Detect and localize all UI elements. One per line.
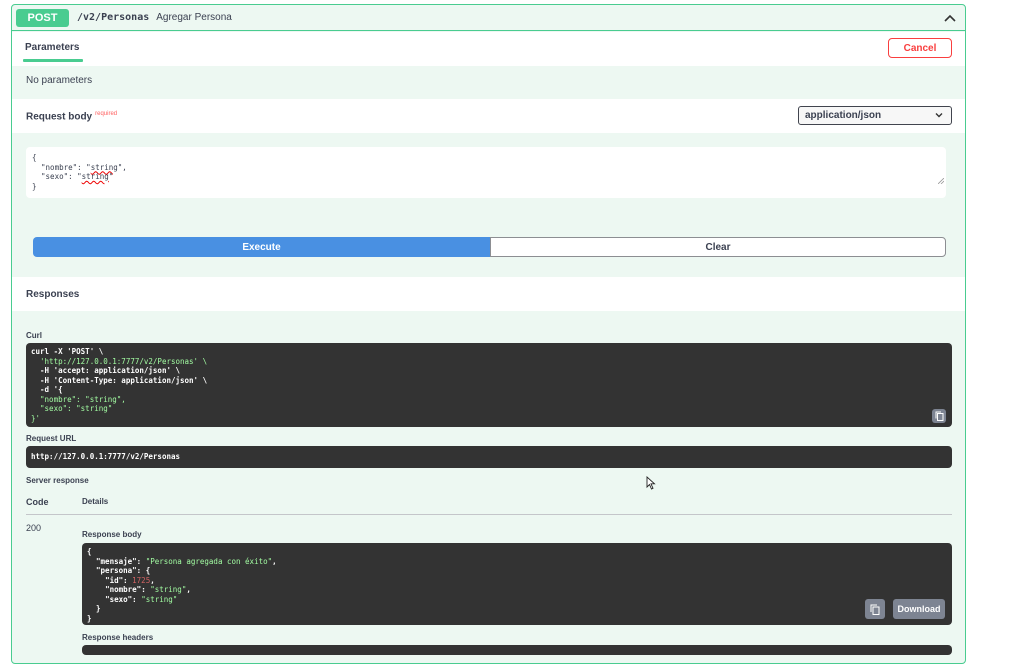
- curl-line: "sexo": "string": [31, 404, 113, 413]
- operation-summary[interactable]: POST /v2/Personas Agregar Persona: [12, 5, 965, 31]
- copy-curl-icon[interactable]: [932, 409, 946, 423]
- chevron-down-icon: [935, 111, 943, 122]
- body-line: "sexo": "string": [32, 172, 114, 181]
- operation-block: POST /v2/Personas Agregar Persona Parame…: [11, 4, 966, 664]
- parameters-header: Parameters Cancel: [12, 32, 965, 66]
- clear-button[interactable]: Clear: [490, 237, 946, 257]
- response-body-label: Response body: [82, 530, 142, 539]
- divider: [26, 514, 952, 515]
- server-response-label: Server response: [26, 476, 89, 485]
- resize-handle-icon[interactable]: [911, 168, 945, 197]
- curl-line: "nombre": "string",: [31, 394, 126, 404]
- response-body-block: { "mensaje": "Persona agregada con éxito…: [82, 543, 952, 625]
- code-header: Code: [26, 497, 49, 507]
- responses-header: Responses: [12, 277, 965, 311]
- curl-line: -d '{: [31, 385, 63, 394]
- content-type-select[interactable]: application/json: [798, 106, 952, 125]
- cancel-button[interactable]: Cancel: [888, 38, 952, 58]
- curl-line: 'http://127.0.0.1:7777/v2/Personas' \: [31, 356, 208, 366]
- required-marker: required: [95, 111, 118, 117]
- body-line: }: [32, 181, 37, 191]
- request-body-editor[interactable]: { "nombre": "string", "sexo": "string" }: [26, 147, 946, 198]
- request-body-header: Request body required application/json: [12, 99, 965, 133]
- operation-description: Agregar Persona: [156, 12, 232, 23]
- curl-line: -H 'Content-Type: application/json' \: [31, 375, 208, 385]
- no-parameters-text: No parameters: [26, 75, 93, 86]
- response-code: 200: [26, 523, 42, 533]
- tab-underline: [23, 59, 83, 62]
- body-line: {: [32, 153, 37, 162]
- body-line: "nombre": "string",: [32, 162, 127, 172]
- operation-path: /v2/Personas: [77, 12, 150, 23]
- download-button[interactable]: Download: [893, 599, 945, 619]
- curl-line: curl -X 'POST' \: [31, 347, 104, 356]
- request-url-value: http://127.0.0.1:7777/v2/Personas: [31, 452, 181, 461]
- content-type-value: application/json: [805, 110, 882, 121]
- curl-label: Curl: [26, 331, 42, 340]
- mouse-pointer-icon: [646, 475, 656, 495]
- chevron-up-icon[interactable]: [941, 9, 959, 27]
- curl-line: }': [31, 413, 41, 423]
- execute-button[interactable]: Execute: [33, 237, 490, 257]
- method-badge: POST: [16, 8, 69, 27]
- tab-parameters[interactable]: Parameters: [25, 42, 79, 53]
- details-header: Details: [82, 497, 109, 506]
- curl-block: curl -X 'POST' \ 'http://127.0.0.1:7777/…: [26, 343, 952, 427]
- request-url-label: Request URL: [26, 434, 77, 443]
- curl-line: -H 'accept: application/json' \: [31, 366, 181, 375]
- response-headers-label: Response headers: [82, 633, 154, 642]
- request-body-label: Request body required: [26, 111, 118, 123]
- request-url-block: http://127.0.0.1:7777/v2/Personas: [26, 446, 952, 468]
- copy-response-icon[interactable]: [865, 599, 885, 619]
- responses-title: Responses: [26, 289, 80, 300]
